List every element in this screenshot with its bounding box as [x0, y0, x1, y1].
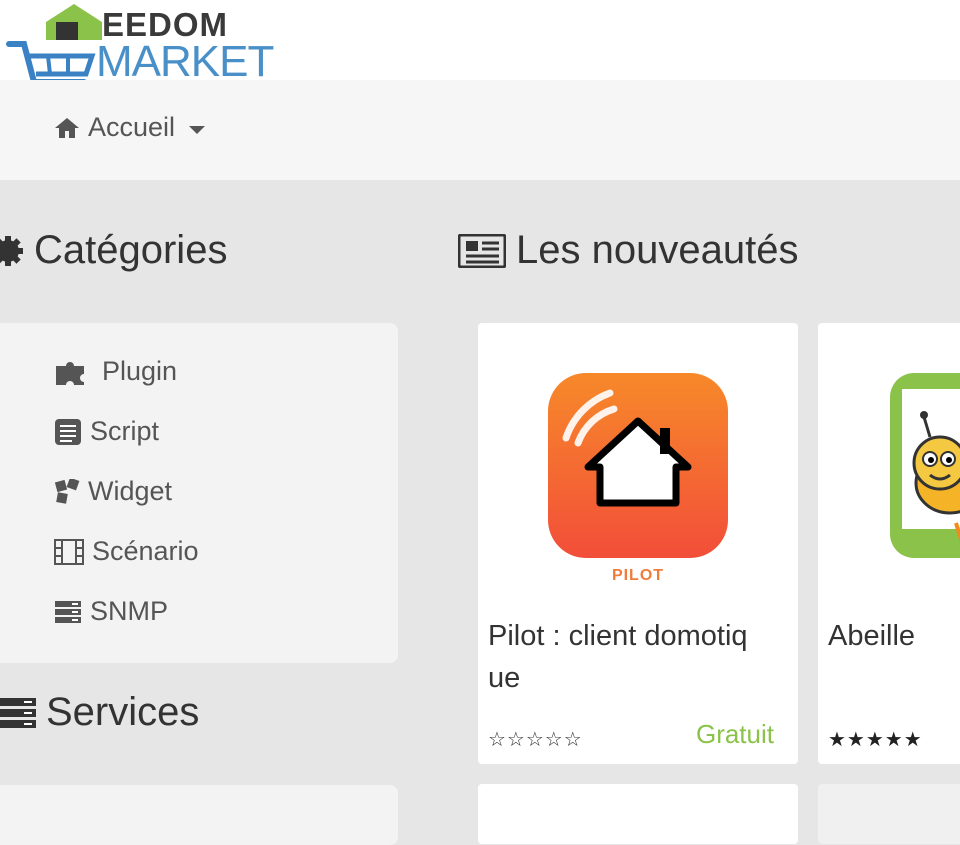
- nav-home-dropdown[interactable]: Accueil: [54, 112, 206, 143]
- category-label: Widget: [88, 476, 173, 506]
- puzzle-icon: [56, 361, 84, 385]
- newspaper-icon: [458, 233, 506, 268]
- categories-title: Catégories: [34, 228, 228, 272]
- services-panel: [0, 785, 398, 845]
- logo-text-bottom: MARKET: [96, 37, 274, 86]
- category-label: Scénario: [92, 536, 199, 566]
- news-heading: Les nouveautés: [458, 228, 798, 273]
- card-title-line1: Abeille: [828, 620, 916, 652]
- chevron-down-icon: [189, 125, 206, 134]
- pilot-badge: PILOT: [611, 567, 665, 584]
- gear-icon: [0, 235, 23, 266]
- category-label: SNMP: [90, 596, 169, 626]
- nav-home-label: Accueil: [88, 112, 176, 142]
- plugin-card-next-row-2[interactable]: [818, 784, 960, 844]
- server-icon: [55, 600, 81, 623]
- pilot-app-icon: [548, 373, 728, 558]
- categories-heading: Catégories: [0, 228, 227, 273]
- category-scenario[interactable]: Scénario: [54, 536, 199, 567]
- rating-stars: ★★★★★: [828, 729, 923, 751]
- script-icon: [55, 418, 81, 445]
- card-title-line2: ue: [488, 662, 521, 694]
- widget-icon: [54, 478, 80, 504]
- film-icon: [54, 538, 84, 565]
- card-title-line1: Pilot : client domotiq: [488, 620, 748, 652]
- category-plugin[interactable]: Plugin: [54, 356, 177, 387]
- plugin-card-abeille[interactable]: Abeille ★★★★★: [818, 323, 960, 764]
- category-label: Script: [90, 416, 160, 446]
- services-heading: Services: [0, 690, 199, 735]
- services-title: Services: [46, 690, 200, 734]
- plugin-card-pilot[interactable]: PILOT Pilot : client domotiq ue ☆☆☆☆☆ Gr…: [478, 323, 798, 764]
- price-label: Gratuit: [695, 719, 774, 749]
- news-title: Les nouveautés: [516, 228, 799, 272]
- category-widget[interactable]: Widget: [54, 476, 172, 507]
- plugin-card-next-row-1[interactable]: [478, 784, 798, 844]
- abeille-app-icon: [890, 373, 960, 558]
- category-script[interactable]: Script: [54, 416, 159, 447]
- rating-stars: ☆☆☆☆☆: [488, 729, 583, 751]
- category-snmp[interactable]: SNMP: [54, 596, 168, 627]
- home-icon: [55, 117, 79, 138]
- server-stack-icon: [0, 697, 36, 728]
- category-label: Plugin: [102, 356, 178, 386]
